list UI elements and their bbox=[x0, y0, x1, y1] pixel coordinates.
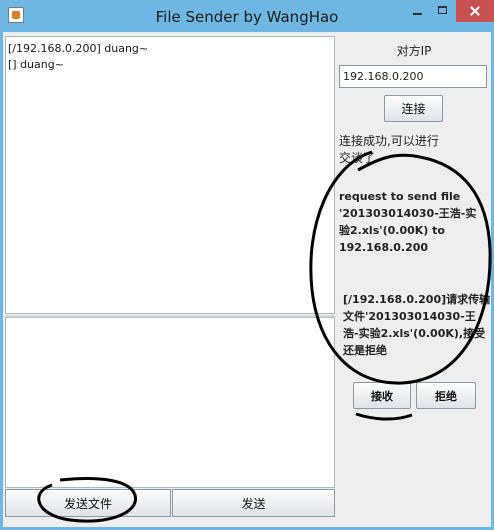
close-icon[interactable] bbox=[456, 0, 494, 22]
reject-button[interactable]: 拒绝 bbox=[416, 382, 476, 409]
status-request-text: request to send file '201303014030-王浩-实验… bbox=[339, 190, 477, 254]
app-window: File Sender by WangHao [/192.168.0.200] … bbox=[0, 0, 494, 530]
accept-button[interactable]: 接收 bbox=[353, 382, 411, 409]
chat-history[interactable]: [/192.168.0.200] duang~ [] duang~ bbox=[5, 36, 335, 314]
send-button[interactable]: 发送 bbox=[172, 489, 335, 517]
peer-ip-label: 对方IP bbox=[396, 44, 432, 58]
maximize-icon[interactable] bbox=[430, 0, 456, 22]
status-incoming-text: [/192.168.0.200]请求传输文件'201303014030-王浩-实… bbox=[343, 293, 491, 357]
history-line: [/192.168.0.200] duang~ bbox=[8, 42, 149, 55]
status-connected-text: 连接成功,可以进行交谈了 bbox=[339, 134, 439, 165]
send-file-button[interactable]: 发送文件 bbox=[5, 489, 171, 517]
client-area: [/192.168.0.200] duang~ [] duang~ 发送文件 发… bbox=[3, 32, 491, 527]
peer-ip-input[interactable]: 192.168.0.200 bbox=[339, 65, 487, 88]
history-line: [] duang~ bbox=[8, 58, 64, 71]
minimize-icon[interactable] bbox=[404, 0, 430, 22]
connect-button[interactable]: 连接 bbox=[384, 95, 443, 122]
title-bar[interactable]: File Sender by WangHao bbox=[0, 0, 494, 32]
message-input[interactable] bbox=[5, 317, 335, 488]
